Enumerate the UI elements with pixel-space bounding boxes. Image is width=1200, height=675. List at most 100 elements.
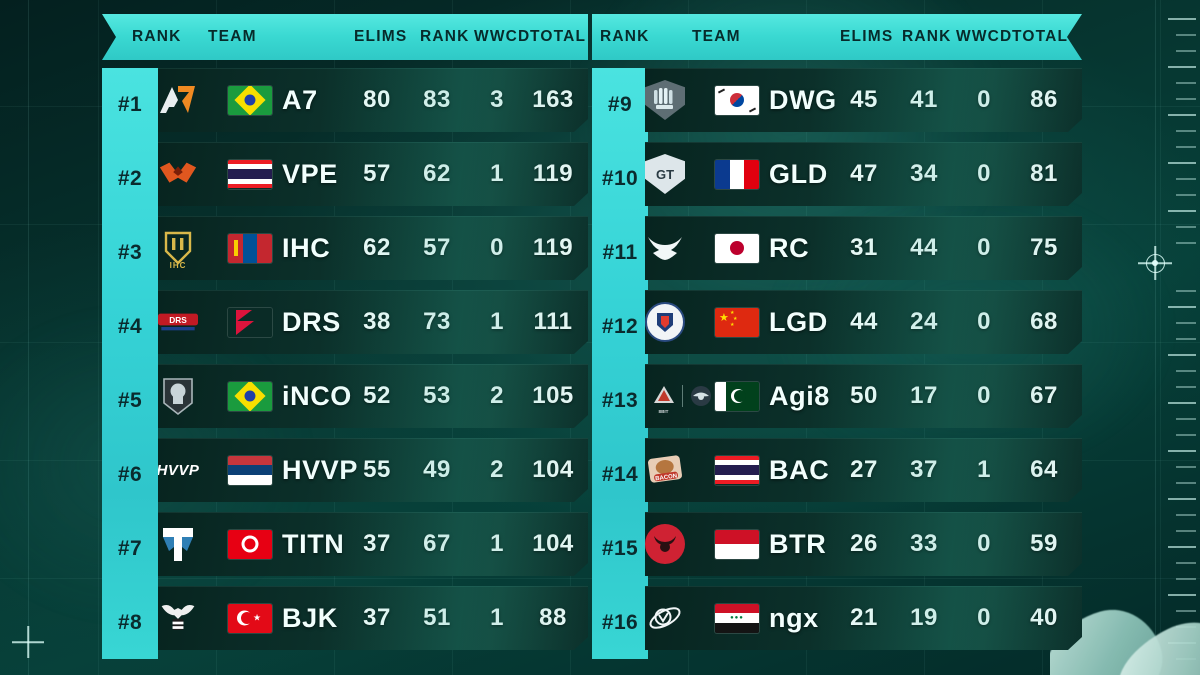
rank-points-value: 41 xyxy=(910,86,938,113)
rank-cell: #16 xyxy=(601,611,639,634)
table-row[interactable]: GT GLD 47 34 0 81 xyxy=(645,142,1082,206)
wwcd-value: 1 xyxy=(490,308,504,335)
team-name: BJK xyxy=(282,602,338,633)
table-row[interactable]: RC 31 44 0 75 xyxy=(645,216,1082,280)
rank-cell: #15 xyxy=(601,537,639,560)
team-name: VPE xyxy=(282,158,338,189)
wwcd-value: 0 xyxy=(977,86,991,113)
table-row[interactable]: DWG 45 41 0 86 xyxy=(645,68,1082,132)
logo-agi8-group: 8BIT xyxy=(645,373,719,419)
elims-value: 27 xyxy=(850,456,878,483)
table-row[interactable]: TITN 37 67 1 104 xyxy=(158,512,588,576)
team-name: ngx xyxy=(769,602,819,633)
standings-board: RANK TEAM ELIMS RANK WWCD TOTAL RANK TEA… xyxy=(0,0,1200,675)
elims-value: 21 xyxy=(850,604,878,631)
table-row[interactable]: ●●● ngx 21 19 0 40 xyxy=(645,586,1082,650)
logo-titn xyxy=(158,524,198,564)
rank-column-right: #9 #10 #11 #12 #13 #14 #15 #16 xyxy=(592,68,648,659)
total-value: 40 xyxy=(1030,604,1058,631)
flag-icon xyxy=(228,234,272,263)
wwcd-value: 2 xyxy=(490,456,504,483)
rank-points-value: 34 xyxy=(910,160,938,187)
header-wwcd: WWCD xyxy=(956,28,1013,45)
logo-bac: BACON xyxy=(645,450,685,490)
total-value: 163 xyxy=(532,86,574,113)
flag-icon xyxy=(715,530,759,559)
flag-icon xyxy=(228,86,272,115)
wwcd-value: 0 xyxy=(977,308,991,335)
rank-cell: #10 xyxy=(601,167,639,190)
team-name: DRS xyxy=(282,306,341,337)
rank-points-value: 67 xyxy=(423,530,451,557)
logo-hvvp: HVVP xyxy=(156,461,200,479)
rank-column-left: #1 #2 #3 #4 #5 #6 #7 #8 xyxy=(102,68,158,659)
elims-value: 38 xyxy=(363,308,391,335)
table-row[interactable]: DRS DRS 38 73 1 111 xyxy=(158,290,588,354)
flag-icon xyxy=(715,86,759,115)
table-row[interactable]: iNCO 52 53 2 105 xyxy=(158,364,588,428)
table-row[interactable]: ★ BJK 37 51 1 88 xyxy=(158,586,588,650)
wwcd-value: 1 xyxy=(490,530,504,557)
rank-points-value: 33 xyxy=(910,530,938,557)
table-row[interactable]: HVVP HVVP 55 49 2 104 xyxy=(158,438,588,502)
flag-icon xyxy=(228,308,272,337)
total-value: 86 xyxy=(1030,86,1058,113)
logo-rc xyxy=(645,228,685,268)
rank-cell: #8 xyxy=(117,611,143,634)
header-elims: ELIMS xyxy=(354,28,408,45)
total-value: 59 xyxy=(1030,530,1058,557)
header-elims: ELIMS xyxy=(840,28,894,45)
rank-points-value: 62 xyxy=(423,160,451,187)
rank-points-value: 44 xyxy=(910,234,938,261)
header-rank2: RANK xyxy=(420,28,470,45)
total-value: 67 xyxy=(1030,382,1058,409)
table-row[interactable]: ★ ★ ★ ★ LGD 44 24 0 68 xyxy=(645,290,1082,354)
standings-rows-right: DWG 45 41 0 86 GT GLD 47 34 0 81 RC 31 44 0 75 ★ ★ ★… xyxy=(645,68,1082,659)
table-header-left: RANK TEAM ELIMS RANK WWCD TOTAL xyxy=(102,14,588,60)
wwcd-value: 0 xyxy=(977,234,991,261)
rank-cell: #6 xyxy=(117,463,143,486)
wwcd-value: 0 xyxy=(490,234,504,261)
table-row[interactable]: BTR 26 33 0 59 xyxy=(645,512,1082,576)
total-value: 111 xyxy=(533,308,573,335)
logo-btr xyxy=(645,524,685,564)
rank-points-value: 83 xyxy=(423,86,451,113)
team-name: GLD xyxy=(769,158,828,189)
logo-drs: DRS xyxy=(158,302,198,342)
rank-cell: #5 xyxy=(117,389,143,412)
team-name: LGD xyxy=(769,306,828,337)
flag-icon xyxy=(228,456,272,485)
elims-value: 37 xyxy=(363,604,391,631)
header-rank: RANK xyxy=(600,28,650,45)
logo-inco xyxy=(158,376,198,416)
total-value: 119 xyxy=(532,234,574,261)
rank-cell: #3 xyxy=(117,241,143,264)
rank-cell: #11 xyxy=(602,241,638,264)
table-row[interactable]: BACON BAC 27 37 1 64 xyxy=(645,438,1082,502)
total-value: 104 xyxy=(532,456,574,483)
elims-value: 31 xyxy=(850,234,878,261)
elims-value: 62 xyxy=(363,234,391,261)
table-row[interactable]: A7 80 83 3 163 xyxy=(158,68,588,132)
wwcd-value: 1 xyxy=(490,604,504,631)
wwcd-value: 1 xyxy=(977,456,991,483)
logo-bjk xyxy=(158,598,198,638)
team-name: BTR xyxy=(769,528,827,559)
flag-icon xyxy=(715,456,759,485)
header-team: TEAM xyxy=(692,28,741,45)
table-row[interactable]: 8BIT Agi8 50 17 0 67 xyxy=(645,364,1082,428)
table-header-right: RANK TEAM ELIMS RANK WWCD TOTAL xyxy=(592,14,1082,60)
total-value: 75 xyxy=(1030,234,1058,261)
rank-points-value: 37 xyxy=(910,456,938,483)
total-value: 105 xyxy=(532,382,574,409)
header-rank: RANK xyxy=(132,28,182,45)
rank-points-value: 19 xyxy=(910,604,938,631)
table-row[interactable]: VPE 57 62 1 119 xyxy=(158,142,588,206)
rank-points-value: 53 xyxy=(423,382,451,409)
header-total: TOTAL xyxy=(1012,28,1069,45)
table-row[interactable]: IHC IHC 62 57 0 119 xyxy=(158,216,588,280)
team-name: IHC xyxy=(282,232,331,263)
rank-cell: #9 xyxy=(607,93,633,116)
rank-cell: #7 xyxy=(117,537,143,560)
rank-cell: #14 xyxy=(601,463,639,486)
